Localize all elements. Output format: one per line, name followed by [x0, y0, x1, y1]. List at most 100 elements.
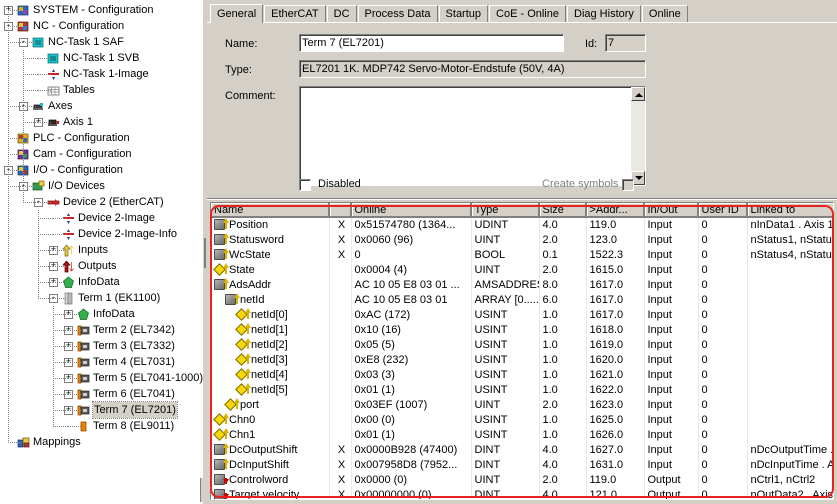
table-row[interactable]: DcOutputShift X 0x0000B928 (47400) DINT 4.0 1… [211, 442, 833, 457]
table-row[interactable]: netId[0] 0xAC (172) USINT 1.0 1617.0 Input 0 [211, 307, 833, 322]
column-header-addr[interactable]: >Addr... [586, 203, 645, 218]
column-header-online[interactable]: Online [351, 203, 472, 218]
tree-connector [53, 234, 66, 235]
tree-item-label: Term 1 (EK1100) [78, 292, 161, 304]
table-header-row: Name Online Type Size >Addr... In/Out User ID L… [211, 203, 833, 218]
table-row[interactable]: Statusword X 0x0060 (96) UINT 2.0 123.0 Input 0… [211, 232, 833, 247]
table-row[interactable]: Target velocity X 0x00000000 (0) DINT 4.0 121… [211, 487, 833, 499]
var-book-in-icon [214, 443, 229, 455]
tree-item-term-1-ek1100[interactable]: -Term 1 (EK1100) [0, 290, 207, 306]
tree-item-infodata[interactable]: +InfoData [0, 306, 207, 322]
cell-address: 1621.0 [586, 367, 645, 382]
cell-online: 0x05 (5) [351, 337, 472, 352]
column-header-linked-to[interactable]: Linked to [747, 203, 833, 218]
cell-link-flag [329, 322, 352, 337]
tree-item-plc-configuration[interactable]: PLC - Configuration [0, 130, 207, 146]
tree-item-outputs[interactable]: +Outputs [0, 258, 207, 274]
tab-diag-history[interactable]: Diag History [567, 5, 641, 22]
tree-item-label: Mappings [33, 436, 81, 448]
tree-item-term-2-el7342[interactable]: +Term 2 (EL7342) [0, 322, 207, 338]
tree-item-nc-configuration[interactable]: -NC - Configuration [0, 18, 207, 34]
table-row[interactable]: port 0x03EF (1007) UINT 2.0 1623.0 Input 0 [211, 397, 833, 412]
tree-item-term-3-el7332[interactable]: +Term 3 (EL7332) [0, 338, 207, 354]
cell-online: 0xE8 (232) [351, 352, 472, 367]
tab-coe-online[interactable]: CoE - Online [489, 5, 566, 22]
column-header-size[interactable]: Size [539, 203, 587, 218]
tree-connector [8, 26, 21, 27]
tab-process-data[interactable]: Process Data [357, 5, 438, 22]
var-book-in-icon [214, 248, 229, 260]
grid-scroll-area[interactable]: Name Online Type Size >Addr... In/Out User ID L… [211, 203, 833, 499]
cell-size: 2.0 [539, 472, 587, 487]
cell-online: 0x01 (1) [351, 427, 472, 442]
table-row[interactable]: Chn0 0x00 (0) USINT 1.0 1625.0 Input 0 [211, 412, 833, 427]
tree-connector [8, 154, 21, 155]
table-row[interactable]: State 0x0004 (4) UINT 2.0 1615.0 Input 0 [211, 262, 833, 277]
configuration-tree-panel[interactable]: +SYSTEM - Configuration-NC - Configurati… [0, 0, 207, 504]
column-header-name[interactable]: Name [211, 203, 330, 218]
table-row[interactable]: netId[5] 0x01 (1) USINT 1.0 1622.0 Input 0 [211, 382, 833, 397]
cell-address: 1625.0 [586, 412, 645, 427]
variable-name: port [240, 399, 259, 411]
tab-dc[interactable]: DC [326, 5, 357, 22]
process-variables-grid[interactable]: Name Online Type Size >Addr... In/Out User ID L… [210, 202, 834, 500]
arrow-up-icon [223, 218, 229, 230]
tree-item-term-6-el7041[interactable]: +Term 6 (EL7041) [0, 386, 207, 402]
column-header-type[interactable]: Type [471, 203, 540, 218]
cell-name: netId[3] [211, 352, 330, 367]
tree-item-cam-configuration[interactable]: Cam - Configuration [0, 146, 207, 162]
tree-connector [23, 202, 38, 203]
cell-type: USINT [471, 352, 540, 367]
cell-userid: 0 [698, 382, 748, 397]
tree-item-infodata[interactable]: +InfoData [0, 274, 207, 290]
tree-item-term-8-el9011[interactable]: Term 8 (EL9011) [0, 418, 207, 434]
cell-size: 1.0 [539, 382, 587, 397]
comment-textarea[interactable] [299, 86, 646, 186]
table-row[interactable]: netId[1] 0x10 (16) USINT 1.0 1618.0 Input 0 [211, 322, 833, 337]
tree-item-mappings[interactable]: Mappings [0, 434, 207, 450]
comment-scroll-up-button[interactable] [631, 87, 645, 101]
tree-item-term-4-el7031[interactable]: +Term 4 (EL7031) [0, 354, 207, 370]
table-row[interactable]: Controlword X 0x0000 (0) UINT 2.0 119.0 Output… [211, 472, 833, 487]
table-row[interactable]: DcInputShift X 0x007958D8 (7952... DINT 4.0 1… [211, 457, 833, 472]
tree-connector [68, 410, 81, 411]
tree-item-i-o-configuration[interactable]: -I/O - Configuration [0, 162, 207, 178]
tree-item-inputs[interactable]: +Inputs [0, 242, 207, 258]
disabled-checkbox[interactable] [299, 179, 311, 191]
tree-item-system-configuration[interactable]: +SYSTEM - Configuration [0, 2, 207, 18]
triangle-up-icon [635, 93, 643, 97]
name-input[interactable]: Term 7 (EL7201) [299, 34, 564, 52]
table-row[interactable]: Position X 0x51574780 (1364... UDINT 4.0 119.… [211, 217, 833, 232]
cell-size: 0.1 [539, 247, 587, 262]
tab-ethercat[interactable]: EtherCAT [264, 5, 326, 22]
cell-userid: 0 [698, 292, 748, 307]
tree-item-device-2-image[interactable]: Device 2-Image [0, 210, 207, 226]
tree-item-term-7-el7201[interactable]: +Term 7 (EL7201) [0, 401, 207, 419]
tree-scrollbar[interactable] [200, 478, 207, 502]
column-header-user-id[interactable]: User ID [698, 203, 748, 218]
cell-online: 0x03EF (1007) [351, 397, 472, 412]
arrow-up-icon [223, 233, 229, 244]
table-row[interactable]: netId[3] 0xE8 (232) USINT 1.0 1620.0 Input 0 [211, 352, 833, 367]
variable-name: netId[3] [251, 354, 288, 366]
table-row[interactable]: netId[2] 0x05 (5) USINT 1.0 1619.0 Input 0 [211, 337, 833, 352]
cell-userid: 0 [698, 337, 748, 352]
tab-startup[interactable]: Startup [438, 5, 489, 22]
arrow-up-icon [245, 368, 251, 379]
tree-item-term-5-el7041-1000[interactable]: +Term 5 (EL7041-1000) [0, 370, 207, 386]
tree-connector [68, 394, 81, 395]
table-row[interactable]: netId AC 10 05 E8 03 01 ARRAY [0..... 6.0 16… [211, 292, 833, 307]
tab-online[interactable]: Online [641, 5, 688, 22]
triangle-down-icon [635, 176, 643, 180]
cell-type: ARRAY [0..... [471, 292, 540, 307]
tree-connector [38, 250, 53, 251]
cell-linked-to: nOutData2 . Axis 1_Drive.. [747, 487, 833, 499]
table-row[interactable]: AdsAddr AC 10 05 E8 03 01 ...AMSADDRESS8.… [211, 277, 833, 292]
table-row[interactable]: Chn1 0x01 (1) USINT 1.0 1626.0 Input 0 [211, 427, 833, 442]
column-header-in-out[interactable]: In/Out [644, 203, 699, 218]
table-row[interactable]: WcState X 0 BOOL 0.1 1522.3 Input 0 nStatus4, nS… [211, 247, 833, 262]
table-row[interactable]: netId[4] 0x03 (3) USINT 1.0 1621.0 Input 0 [211, 367, 833, 382]
tree-item-device-2-image-info[interactable]: Device 2-Image-Info [0, 226, 207, 242]
column-header-flag[interactable] [329, 203, 352, 218]
tab-general[interactable]: General [210, 4, 264, 23]
